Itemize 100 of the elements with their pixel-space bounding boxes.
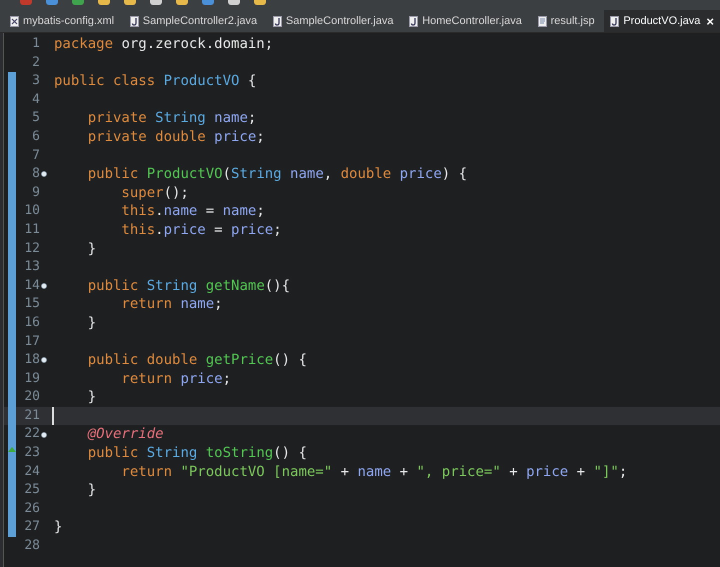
line-number: 27	[23, 518, 40, 536]
toolbar-icon[interactable]	[254, 0, 266, 5]
editor-tab[interactable]: ProductVO.java ×	[604, 10, 720, 32]
code-token: org.zerock.domain;	[120, 35, 274, 54]
code-token: @Override	[86, 425, 164, 444]
code-token: ;	[618, 462, 628, 482]
code-token: }	[86, 314, 96, 332]
line-number: 10	[23, 202, 40, 220]
code-token: double	[340, 165, 392, 184]
code-token: ;	[222, 370, 232, 388]
code-token: return	[120, 370, 172, 388]
code-token: super	[120, 184, 164, 202]
code-token: public	[86, 165, 138, 184]
code-token: ;	[273, 220, 282, 240]
code-token: (	[222, 165, 232, 184]
line-number: 1	[31, 35, 40, 53]
code-token: ;	[256, 202, 265, 221]
code-token: ;	[214, 295, 223, 314]
code-token: }	[86, 481, 96, 500]
toolbar-icon[interactable]	[46, 0, 58, 5]
fold-marker-icon[interactable]	[41, 283, 47, 290]
code-token: String	[146, 276, 198, 296]
code-token: +	[508, 462, 519, 482]
code-token: .	[155, 202, 164, 221]
editor-tab[interactable]: HomeController.java	[403, 10, 528, 32]
line-number: 12	[23, 240, 40, 258]
line-number: 19	[23, 370, 40, 388]
code-editor[interactable]	[3, 33, 720, 567]
code-token: private	[86, 109, 147, 128]
toolbar-icon[interactable]	[228, 0, 240, 5]
code-token: =	[204, 202, 216, 221]
line-number: 26	[23, 500, 40, 518]
fold-marker-icon[interactable]	[41, 432, 47, 438]
code-token: ProductVO	[146, 165, 223, 184]
editor-tab[interactable]: SampleController2.java	[124, 10, 264, 32]
line-number: 24	[23, 462, 40, 481]
line-number: 14	[23, 276, 40, 295]
code-token: }	[86, 388, 96, 407]
code-token: String	[154, 109, 206, 128]
line-number: 2	[31, 54, 40, 72]
toolbar-icon[interactable]	[150, 0, 162, 5]
code-token: this	[120, 202, 156, 221]
editor-tab[interactable]: result.jsp	[532, 10, 601, 32]
code-token: ,	[324, 165, 334, 184]
tab-label: SampleController2.java	[142, 15, 258, 27]
code-token: public double	[86, 351, 198, 370]
code-token: =	[213, 220, 224, 240]
toolbar-icon[interactable]	[202, 0, 214, 5]
line-number: 17	[23, 332, 40, 350]
java-file-icon	[130, 16, 139, 26]
code-token: price	[164, 220, 206, 240]
line-number: 7	[31, 146, 40, 165]
line-number: 5	[31, 109, 40, 128]
code-token: price	[398, 165, 442, 184]
code-token: +	[398, 462, 410, 482]
xml-file-icon	[10, 16, 19, 26]
toolbar-icon[interactable]	[176, 0, 188, 5]
line-number: 22	[23, 425, 40, 444]
code-token: return	[120, 295, 172, 314]
code-token: String	[231, 165, 282, 184]
fold-marker-icon[interactable]	[41, 357, 47, 364]
code-token: ) {	[442, 165, 468, 184]
code-token: name	[357, 462, 392, 482]
code-token: price	[526, 462, 568, 482]
toolbar-icon[interactable]	[98, 0, 110, 5]
code-token: public	[86, 276, 138, 296]
toolbar-icon[interactable]	[124, 0, 136, 5]
editor-tab[interactable]: SampleController.java	[266, 10, 400, 32]
editor-tab[interactable]: mybatis-config.xml	[4, 10, 120, 32]
code-token: public	[86, 444, 138, 463]
line-number: 4	[31, 90, 40, 109]
line-number: 8	[31, 165, 40, 184]
code-token: }	[54, 518, 62, 538]
line-number: 25	[23, 481, 40, 500]
java-file-icon	[272, 16, 282, 26]
fold-marker-icon[interactable]	[41, 171, 47, 178]
code-token: package	[54, 35, 114, 54]
line-number: 11	[23, 220, 40, 239]
code-token: () {	[273, 351, 307, 370]
code-token: getName	[204, 276, 265, 296]
toolbar-icon[interactable]	[72, 0, 84, 5]
code-token: name	[164, 202, 198, 221]
line-number: 9	[31, 184, 40, 202]
code-token: toString	[204, 444, 274, 463]
code-token: price	[213, 128, 256, 147]
line-number: 20	[23, 388, 40, 406]
code-token: return	[120, 462, 172, 482]
code-token: getPrice	[204, 351, 274, 370]
line-number: 21	[23, 406, 40, 425]
code-token: +	[576, 462, 586, 482]
line-number: 28	[23, 537, 40, 556]
code-token: (){	[264, 276, 290, 296]
code-token: .	[155, 220, 164, 240]
code-token: private double	[86, 128, 206, 147]
line-number: 3	[31, 72, 40, 90]
code-token: price	[231, 220, 274, 240]
code-token: {	[246, 72, 256, 91]
java-file-icon	[610, 16, 620, 26]
tab-label: SampleController.java	[286, 15, 394, 27]
close-icon[interactable]: ×	[706, 14, 714, 28]
